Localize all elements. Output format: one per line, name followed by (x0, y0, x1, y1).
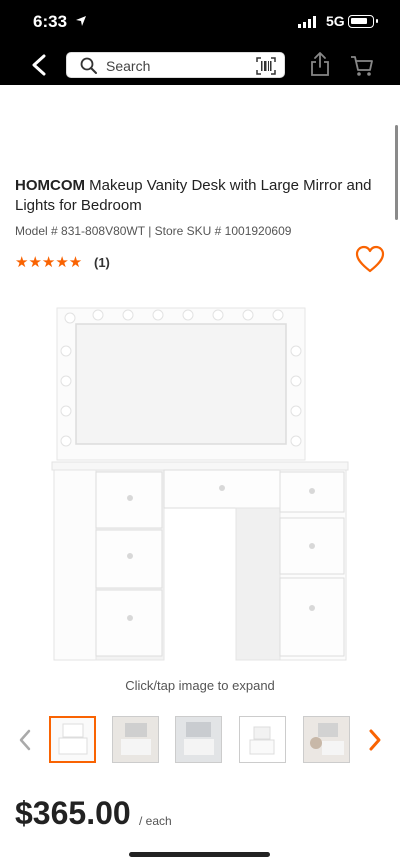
gallery-thumbnail[interactable] (49, 716, 96, 763)
rating-stars[interactable]: ★★★★★ (15, 253, 82, 271)
search-icon (80, 57, 98, 80)
gallery-thumbnail[interactable] (112, 716, 159, 763)
gallery-thumbnail[interactable] (303, 716, 350, 763)
thumb-prev-chevron-icon[interactable] (16, 728, 34, 757)
product-price: $365.00 (15, 795, 131, 831)
expand-hint: Click/tap image to expand (125, 678, 275, 693)
product-title: HOMCOM Makeup Vanity Desk with Large Mir… (15, 176, 375, 216)
product-brand: HOMCOM (15, 177, 85, 194)
search-input[interactable]: Search (106, 58, 150, 74)
status-bar: 6:33 5G (0, 12, 400, 34)
product-model-sku: Model # 831-808V80WT | Store SKU # 10019… (15, 224, 292, 238)
back-chevron-icon[interactable] (30, 54, 48, 81)
rating-count[interactable]: (1) (94, 255, 110, 270)
product-main-image[interactable] (50, 306, 350, 671)
location-arrow-icon (75, 14, 87, 32)
share-icon[interactable] (309, 51, 331, 82)
signal-icon (298, 15, 318, 33)
status-time: 6:33 (33, 12, 68, 31)
battery-icon (348, 15, 378, 28)
top-bar: 6:33 5G Search (0, 0, 400, 85)
price-unit: / each (139, 814, 172, 828)
gallery-thumbnail[interactable] (239, 716, 286, 763)
thumb-next-chevron-icon[interactable] (366, 728, 384, 757)
gallery-thumbnail[interactable] (175, 716, 222, 763)
barcode-scan-icon[interactable] (256, 57, 276, 80)
cart-icon[interactable] (350, 55, 374, 82)
scroll-indicator (395, 125, 398, 220)
home-indicator[interactable] (129, 852, 270, 857)
search-bar[interactable]: Search (66, 52, 285, 78)
heart-favorite-icon[interactable] (355, 245, 385, 278)
network-label: 5G (326, 13, 345, 29)
